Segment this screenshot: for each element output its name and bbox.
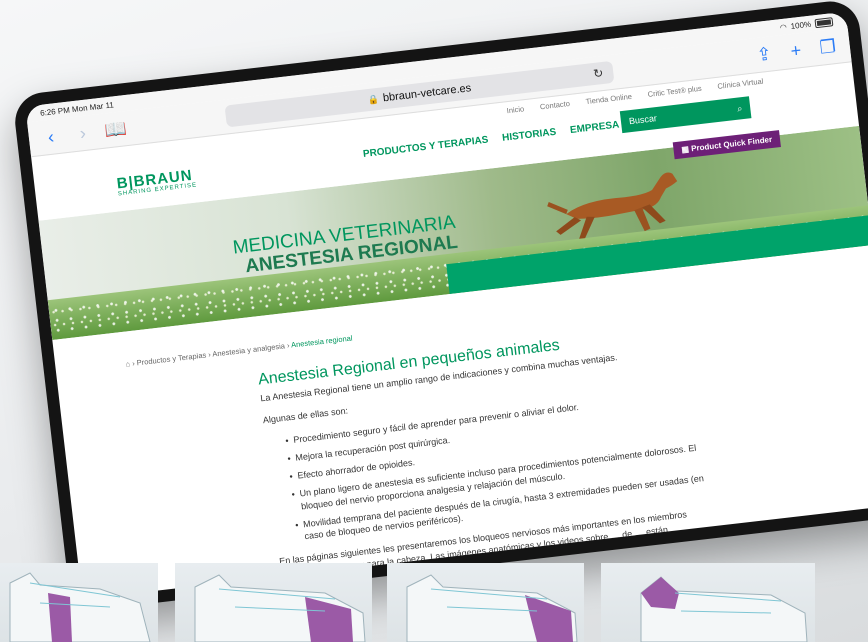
dog-forelimb-icon bbox=[9, 572, 151, 642]
dog-head-icon bbox=[640, 576, 808, 642]
share-icon[interactable]: ⇪ bbox=[753, 43, 775, 65]
nav-productos[interactable]: PRODUCTOS Y TERAPIAS bbox=[362, 135, 489, 160]
crumb-current: Anestesia regional bbox=[290, 333, 353, 350]
thumbnail-head[interactable] bbox=[601, 563, 815, 642]
status-date: Mon Mar 11 bbox=[71, 99, 115, 114]
lock-icon: 🔒 bbox=[367, 93, 380, 105]
crumb-anestesia[interactable]: Anestesia y analgesia bbox=[212, 341, 286, 358]
new-tab-icon[interactable]: + bbox=[785, 40, 807, 61]
status-time: 6:26 PM bbox=[39, 104, 71, 118]
battery-percent: 100% bbox=[790, 19, 812, 31]
tabs-icon[interactable]: ❐ bbox=[817, 36, 839, 58]
back-icon[interactable]: ‹ bbox=[40, 127, 62, 148]
nav-empresa[interactable]: EMPRESA bbox=[569, 119, 619, 136]
ipad-device: 6:26 PM Mon Mar 11 ◠ 100% ‹ › 📖 🔒 bbraun… bbox=[12, 0, 868, 613]
thumbnail-hindlimb[interactable] bbox=[175, 563, 372, 642]
home-icon[interactable]: ⌂ bbox=[125, 359, 131, 368]
thumbnail-strip bbox=[0, 563, 868, 642]
wifi-icon: ◠ bbox=[779, 22, 788, 32]
battery-icon bbox=[814, 16, 834, 28]
grid-icon: ▦ bbox=[680, 144, 690, 155]
dog-hindlimb-icon bbox=[194, 574, 366, 642]
thumbnail-forelimb[interactable] bbox=[0, 563, 158, 642]
crumb-productos[interactable]: Productos y Terapias bbox=[136, 350, 206, 367]
search-input[interactable]: Buscar ⌕ bbox=[619, 96, 752, 134]
utility-link-tienda[interactable]: Tienda Online bbox=[585, 91, 632, 105]
utility-link-contacto[interactable]: Contacto bbox=[539, 98, 570, 110]
dog-hindlimb-icon bbox=[406, 574, 578, 642]
utility-link-clinica[interactable]: Clínica Virtual bbox=[717, 76, 764, 90]
forward-icon[interactable]: › bbox=[72, 123, 94, 144]
search-icon[interactable]: ⌕ bbox=[737, 103, 743, 115]
benefits-list: Procedimiento seguro y fácil de aprender… bbox=[285, 365, 868, 543]
bookmarks-icon[interactable]: 📖 bbox=[103, 118, 128, 140]
thumbnail-hindlimb-2[interactable] bbox=[387, 563, 584, 642]
utility-link-inicio[interactable]: Inicio bbox=[506, 104, 524, 115]
ipad-screen: 6:26 PM Mon Mar 11 ◠ 100% ‹ › 📖 🔒 bbraun… bbox=[25, 11, 868, 600]
nav-historias[interactable]: HISTORIAS bbox=[502, 127, 557, 144]
url-text: bbraun-vetcare.es bbox=[382, 82, 472, 105]
reload-icon[interactable]: ↻ bbox=[592, 66, 604, 81]
bbraun-logo[interactable]: B|BRAUN SHARING EXPERTISE bbox=[116, 166, 198, 198]
